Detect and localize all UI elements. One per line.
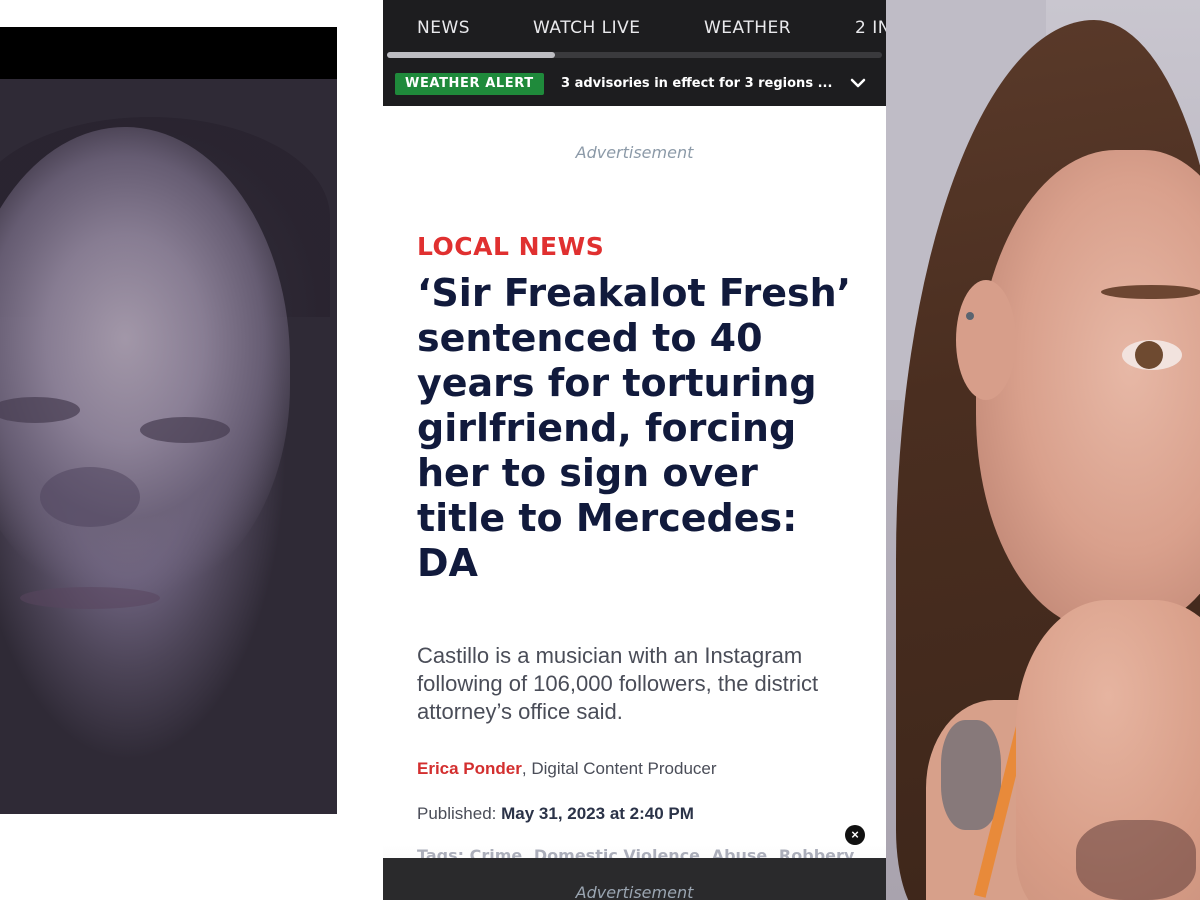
published-label: Published: [417, 804, 502, 823]
nav-news[interactable]: NEWS [417, 18, 470, 38]
weather-alert-badge: WEATHER ALERT [395, 73, 544, 95]
author-link[interactable]: Erica Ponder [417, 759, 522, 778]
section-label[interactable]: LOCAL NEWS [417, 232, 604, 261]
advertisement-label-top: Advertisement [575, 143, 694, 162]
close-icon[interactable]: × [845, 825, 865, 845]
right-photo [886, 0, 1200, 900]
left-photo [0, 27, 337, 814]
news-article-screenshot: NEWS WATCH LIVE WEATHER 2 IN WEATHER ALE… [383, 0, 886, 900]
published-line: Published: May 31, 2023 at 2:40 PM [417, 804, 694, 824]
advertisement-label-bottom: Advertisement [575, 883, 694, 900]
weather-alert-bar[interactable]: WEATHER ALERT 3 advisories in effect for… [383, 62, 886, 106]
published-date: May 31, 2023 at 2:40 PM [501, 804, 694, 823]
chevron-down-icon[interactable] [849, 76, 867, 90]
nav-2-in[interactable]: 2 IN [855, 18, 886, 38]
weather-alert-text[interactable]: 3 advisories in effect for 3 regions ... [561, 76, 832, 91]
nav-watch-live[interactable]: WATCH LIVE [533, 18, 641, 38]
nav-weather[interactable]: WEATHER [704, 18, 791, 38]
author-role: , Digital Content Producer [521, 759, 717, 778]
article-headline: ‘Sir Freakalot Fresh’ sentenced to 40 ye… [417, 271, 852, 585]
nav-scrollbar-thumb[interactable] [387, 52, 555, 58]
byline: Erica Ponder, Digital Content Producer [417, 759, 717, 779]
article-subhead: Castillo is a musician with an Instagram… [417, 643, 819, 724]
top-nav: NEWS WATCH LIVE WEATHER 2 IN [383, 0, 886, 62]
